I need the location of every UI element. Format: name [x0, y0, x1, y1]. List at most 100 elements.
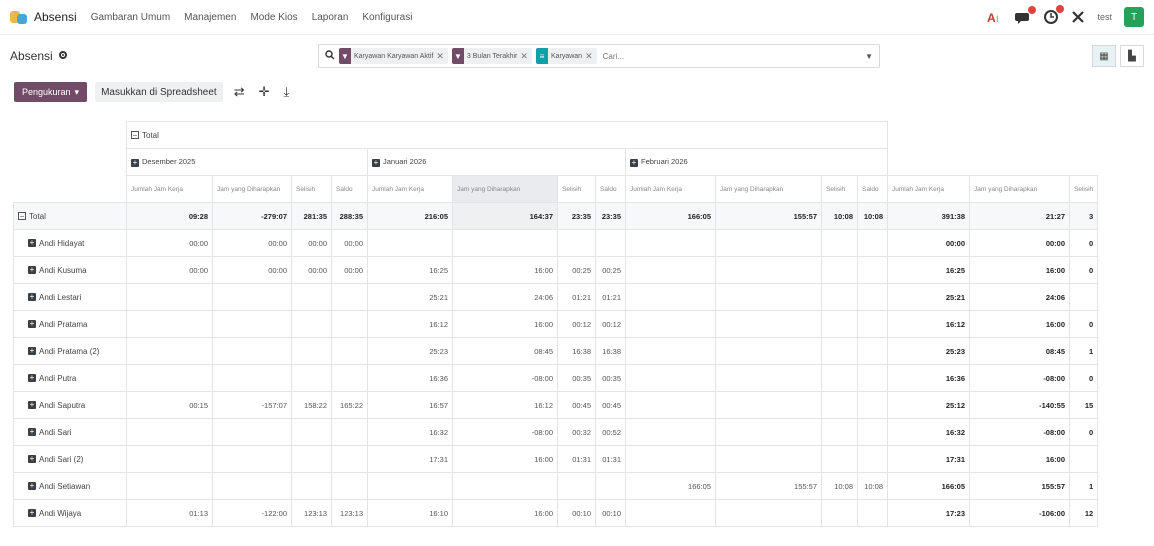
pivot-cell[interactable]: 16:12 [887, 310, 970, 338]
pivot-cell[interactable] [212, 364, 292, 392]
pivot-cell[interactable]: 123:13 [291, 499, 332, 527]
measure-header[interactable]: Jumlah Jam Kerja [126, 175, 213, 203]
pivot-cell[interactable]: 01:21 [557, 283, 596, 311]
measure-header[interactable]: Saldo [857, 175, 888, 203]
pivot-cell[interactable] [625, 364, 716, 392]
pivot-cell[interactable]: 00:15 [126, 391, 213, 419]
pivot-cell[interactable] [715, 391, 822, 419]
expand-all-icon[interactable]: ✛ [256, 84, 273, 100]
pivot-cell[interactable] [821, 391, 858, 419]
user-avatar[interactable]: T [1124, 7, 1144, 27]
pivot-cell[interactable]: -157:07 [212, 391, 292, 419]
pivot-cell[interactable] [126, 283, 213, 311]
pivot-cell[interactable]: 17:31 [367, 445, 453, 473]
pivot-cell[interactable]: 1 [1068, 472, 1099, 500]
pivot-cell[interactable]: 288:35 [331, 202, 368, 230]
row-header-employee[interactable]: + Andi Saputra [13, 391, 127, 419]
pivot-cell[interactable]: 16:36 [367, 364, 453, 392]
pivot-cell[interactable]: 155:57 [969, 472, 1070, 500]
pivot-cell[interactable]: 24:06 [969, 283, 1070, 311]
pivot-cell[interactable]: 00:12 [557, 310, 596, 338]
pivot-cell[interactable] [557, 229, 596, 257]
col-header-month[interactable]: + Desember 2025 [126, 148, 368, 176]
pivot-cell[interactable]: 08:45 [452, 337, 558, 365]
menu-konfigurasi[interactable]: Konfigurasi [362, 12, 412, 23]
pivot-cell[interactable]: 25:21 [367, 283, 453, 311]
row-header-employee[interactable]: + Andi Pratama [13, 310, 127, 338]
pivot-cell[interactable]: 16:00 [452, 445, 558, 473]
pivot-cell[interactable] [291, 445, 332, 473]
pivot-cell[interactable]: 155:57 [715, 472, 822, 500]
pivot-cell[interactable]: 10:08 [857, 472, 888, 500]
pivot-cell[interactable]: 00:00 [126, 256, 213, 284]
close-icon[interactable]: ✕ [520, 51, 528, 62]
measure-header[interactable]: Selisih [1068, 175, 1099, 203]
pivot-cell[interactable]: 00:00 [291, 229, 332, 257]
insert-spreadsheet-button[interactable]: Masukkan di Spreadsheet [95, 82, 223, 102]
row-header-total[interactable]: − Total [13, 202, 127, 230]
pivot-cell[interactable]: 17:31 [887, 445, 970, 473]
row-header-employee[interactable]: + Andi Sari [13, 418, 127, 446]
pivot-cell[interactable] [715, 283, 822, 311]
measure-header[interactable]: Jam yang Diharapkan [452, 175, 558, 203]
pivot-cell[interactable]: 00:25 [595, 256, 626, 284]
pivot-cell[interactable]: 00:45 [595, 391, 626, 419]
measure-header[interactable]: Saldo [331, 175, 368, 203]
measure-header[interactable]: Selisih [557, 175, 596, 203]
pivot-cell[interactable]: 391:38 [887, 202, 970, 230]
pivot-cell[interactable] [821, 337, 858, 365]
attendance-app-icon[interactable] [10, 9, 28, 25]
pivot-cell[interactable] [331, 337, 368, 365]
pivot-cell[interactable]: 01:21 [595, 283, 626, 311]
pivot-cell[interactable]: 164:37 [452, 202, 558, 230]
pivot-cell[interactable]: 16:00 [969, 256, 1070, 284]
row-header-employee[interactable]: + Andi Kusuma [13, 256, 127, 284]
pivot-cell[interactable]: 10:08 [857, 202, 888, 230]
close-icon[interactable]: ✕ [436, 51, 444, 62]
pivot-cell[interactable] [715, 364, 822, 392]
col-header-total[interactable]: − Total [126, 121, 888, 149]
facet-last-3-months[interactable]: ▼ 3 Bulan Terakhir ✕ [451, 48, 532, 64]
pivot-cell[interactable]: 3 [1068, 202, 1099, 230]
pivot-cell[interactable]: 00:00 [331, 256, 368, 284]
gear-icon[interactable] [58, 49, 68, 63]
pivot-cell[interactable] [857, 364, 888, 392]
company-label[interactable]: test [1097, 12, 1112, 22]
pivot-cell[interactable] [212, 472, 292, 500]
search-icon[interactable] [325, 49, 335, 63]
pivot-cell[interactable] [291, 364, 332, 392]
pivot-cell[interactable]: -140:55 [969, 391, 1070, 419]
pivot-cell[interactable] [625, 445, 716, 473]
pivot-cell[interactable]: 16:00 [452, 499, 558, 527]
pivot-cell[interactable]: 16:00 [452, 256, 558, 284]
pivot-cell[interactable] [715, 337, 822, 365]
pivot-cell[interactable]: 16:10 [367, 499, 453, 527]
pivot-cell[interactable]: 0 [1068, 310, 1099, 338]
measures-button[interactable]: Pengukuran ▾ [14, 82, 88, 102]
pivot-cell[interactable]: 0 [1068, 418, 1099, 446]
measure-header[interactable]: Jumlah Jam Kerja [887, 175, 970, 203]
pivot-cell[interactable] [212, 310, 292, 338]
pivot-cell[interactable] [452, 229, 558, 257]
flip-axis-icon[interactable]: ⇄ [231, 84, 248, 100]
pivot-cell[interactable] [126, 472, 213, 500]
pivot-cell[interactable]: 16:00 [452, 310, 558, 338]
pivot-cell[interactable] [126, 310, 213, 338]
pivot-cell[interactable]: 16:00 [969, 310, 1070, 338]
pivot-cell[interactable]: 00:32 [557, 418, 596, 446]
pivot-cell[interactable] [857, 337, 888, 365]
row-header-employee[interactable]: + Andi Wijaya [13, 499, 127, 527]
pivot-cell[interactable]: 00:00 [212, 256, 292, 284]
pivot-cell[interactable] [715, 310, 822, 338]
pivot-cell[interactable]: 10:08 [821, 202, 858, 230]
pivot-cell[interactable] [857, 256, 888, 284]
pivot-cell[interactable] [212, 283, 292, 311]
pivot-cell[interactable]: 25:23 [887, 337, 970, 365]
pivot-cell[interactable] [212, 445, 292, 473]
pivot-cell[interactable] [126, 364, 213, 392]
pivot-cell[interactable] [715, 445, 822, 473]
pivot-cell[interactable]: 166:05 [625, 472, 716, 500]
row-header-employee[interactable]: + Andi Putra [13, 364, 127, 392]
pivot-cell[interactable]: 01:13 [126, 499, 213, 527]
search-input[interactable] [600, 50, 685, 62]
